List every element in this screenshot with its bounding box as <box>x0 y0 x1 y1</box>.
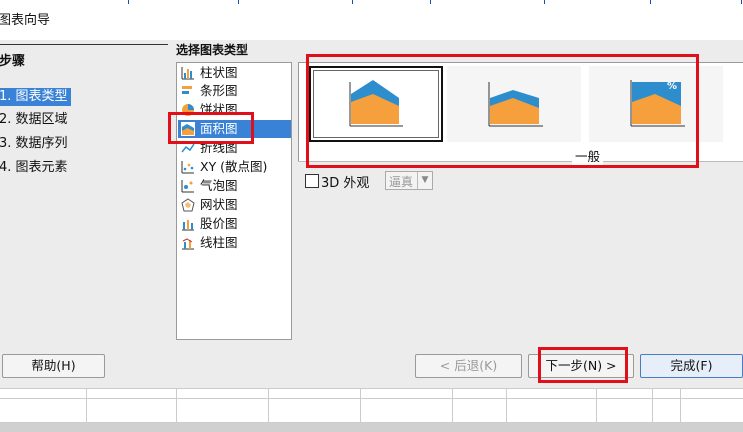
chevron-down-icon: ▼ <box>417 172 432 189</box>
chart-type-item-stock[interactable]: 股价图 <box>178 215 291 233</box>
chart-type-heading: 选择图表类型 <box>176 43 249 57</box>
step-chart-elements[interactable]: 4. 图表元素 <box>0 159 71 177</box>
step-chart-type[interactable]: 1. 图表类型 <box>0 88 71 106</box>
finish-button[interactable]: 完成(F) <box>640 354 743 378</box>
horizontal-scrollbar[interactable] <box>0 423 743 432</box>
chart-type-label: 股价图 <box>200 216 238 231</box>
highlight-area-chart <box>168 112 254 144</box>
stock-chart-icon <box>182 220 194 231</box>
help-button[interactable]: 帮助(H) <box>2 354 105 378</box>
chart-type-item-scatter[interactable]: XY (散点图) <box>178 158 291 176</box>
net-chart-icon <box>181 198 195 212</box>
chart-type-label: 条形图 <box>200 83 238 98</box>
highlight-variants <box>306 54 699 168</box>
window-title-bar: 图表向导 <box>0 0 743 40</box>
steps-heading: 步骤 <box>0 54 26 69</box>
3d-appearance-label: 3D 外观 <box>321 176 370 191</box>
horizontal-bar-chart-icon <box>182 86 192 94</box>
column-line-chart-icon <box>182 238 194 250</box>
chart-type-label: 网状图 <box>200 197 238 212</box>
chart-type-item-bubble[interactable]: 气泡图 <box>178 177 291 195</box>
3d-scheme-value: 逼真 <box>389 175 414 189</box>
chart-type-label: 线柱图 <box>200 235 238 250</box>
window-title: 图表向导 <box>0 13 51 28</box>
steps-divider <box>0 44 168 45</box>
chart-type-item-bar[interactable]: 柱状图 <box>178 64 291 82</box>
chart-type-label: XY (散点图) <box>200 159 268 174</box>
step-data-range[interactable]: 2. 数据区域 <box>0 111 71 129</box>
back-button[interactable]: < 后退(K) <box>415 354 522 378</box>
3d-scheme-select[interactable]: 逼真 ▼ <box>385 171 433 190</box>
scatter-chart-icon <box>181 161 194 174</box>
bubble-chart-icon <box>181 180 194 193</box>
chart-type-item-net[interactable]: 网状图 <box>178 196 291 214</box>
bar-chart-icon <box>181 67 194 80</box>
chart-type-label: 气泡图 <box>200 178 238 193</box>
chart-type-item-horizontal-bar[interactable]: 条形图 <box>178 82 291 100</box>
chart-type-label: 柱状图 <box>200 65 238 80</box>
3d-appearance-checkbox[interactable] <box>305 174 319 188</box>
highlight-next-button <box>538 347 628 383</box>
step-data-series[interactable]: 3. 数据序列 <box>0 135 71 153</box>
chart-type-item-column-line[interactable]: 线柱图 <box>178 234 291 252</box>
chart-type-list[interactable]: 柱状图 条形图 饼状图 面积图 折线图 XY (散点图) 气泡图 网状图 股价图… <box>176 62 292 340</box>
steps-panel <box>0 40 170 346</box>
